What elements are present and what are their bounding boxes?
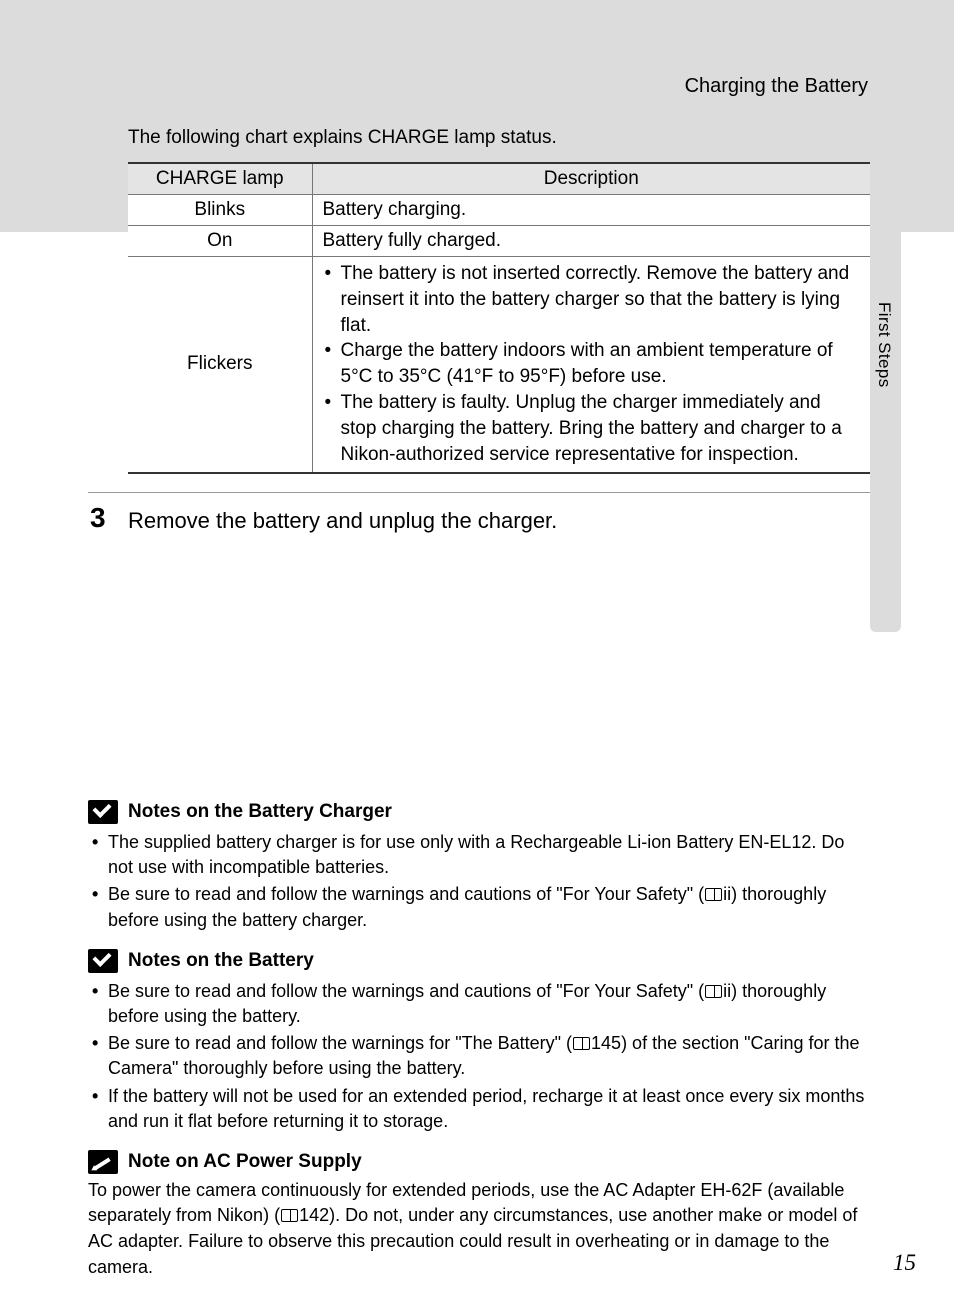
note-list: The supplied battery charger is for use …: [88, 830, 870, 933]
list-item: Be sure to read and follow the warnings …: [108, 1031, 870, 1081]
note-heading: Notes on the Battery Charger: [88, 800, 870, 824]
pencil-icon: [88, 1150, 118, 1174]
step-number: 3: [90, 502, 106, 534]
book-icon: [705, 888, 722, 901]
table-row-lamp: Blinks: [128, 195, 312, 226]
note-list: Be sure to read and follow the warnings …: [88, 979, 870, 1134]
notes-region: Notes on the Battery Charger The supplie…: [88, 794, 870, 1280]
page: First Steps Charging the Battery The fol…: [0, 0, 954, 1314]
book-icon: [573, 1037, 590, 1050]
checkmark-icon: [88, 800, 118, 824]
table-row-desc: Battery fully charged.: [312, 226, 870, 257]
note-heading: Notes on the Battery: [88, 949, 870, 973]
book-icon: [281, 1209, 298, 1222]
note-title: Note on AC Power Supply: [128, 1151, 362, 1173]
side-tab: [870, 232, 901, 632]
table-bullet: The battery is faulty. Unplug the charge…: [341, 390, 861, 467]
table-row-lamp: On: [128, 226, 312, 257]
table-bullet: Charge the battery indoors with an ambie…: [341, 338, 861, 390]
list-item: If the battery will not be used for an e…: [108, 1084, 870, 1134]
checkmark-icon: [88, 949, 118, 973]
note-paragraph: To power the camera continuously for ext…: [88, 1178, 870, 1280]
book-icon: [705, 985, 722, 998]
table-row-lamp: Flickers: [128, 257, 312, 473]
list-item: The supplied battery charger is for use …: [108, 830, 870, 880]
note-title: Notes on the Battery: [128, 950, 314, 972]
col-header-desc: Description: [312, 163, 870, 195]
divider: [88, 492, 870, 493]
side-section-label: First Steps: [874, 302, 894, 388]
intro-text: The following chart explains CHARGE lamp…: [128, 127, 557, 149]
table-bullet: The battery is not inserted correctly. R…: [341, 261, 861, 338]
charge-lamp-table: CHARGE lamp Description Blinks Battery c…: [128, 162, 870, 474]
list-item: Be sure to read and follow the warnings …: [108, 882, 870, 932]
list-item: Be sure to read and follow the warnings …: [108, 979, 870, 1029]
table-row-desc: The battery is not inserted correctly. R…: [312, 257, 870, 473]
table-row-desc: Battery charging.: [312, 195, 870, 226]
col-header-lamp: CHARGE lamp: [128, 163, 312, 195]
note-title: Notes on the Battery Charger: [128, 801, 392, 823]
page-number: 15: [893, 1250, 916, 1276]
note-heading: Note on AC Power Supply: [88, 1150, 870, 1174]
section-title: Charging the Battery: [685, 75, 868, 98]
step-text: Remove the battery and unplug the charge…: [128, 508, 557, 534]
